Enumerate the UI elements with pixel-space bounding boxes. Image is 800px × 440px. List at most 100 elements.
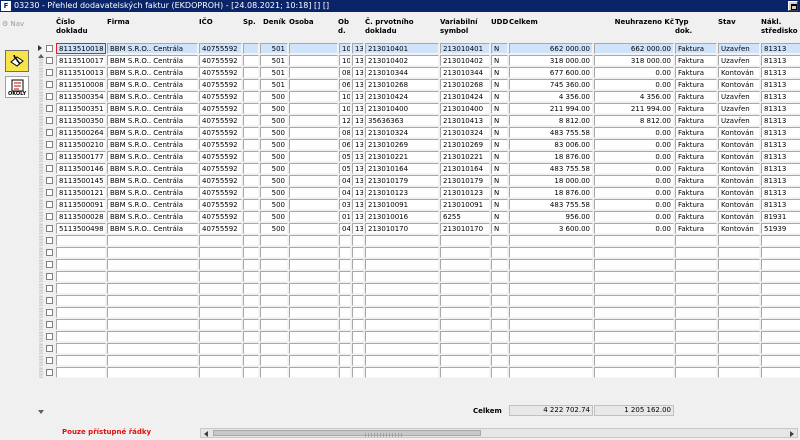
cell-udd[interactable] [491, 331, 508, 342]
cell-firma[interactable]: BBM S.R.O.. Centrála [107, 199, 198, 210]
cell-stav[interactable] [718, 271, 760, 282]
cell-ob1[interactable] [339, 331, 351, 342]
cell-denik[interactable]: 500 [260, 127, 288, 138]
cell-udd[interactable]: N [491, 43, 508, 54]
cell-neuhr[interactable] [594, 247, 674, 258]
cell-celkem[interactable]: 3 600.00 [509, 223, 593, 234]
cell-udd[interactable] [491, 259, 508, 270]
cell-vs[interactable] [440, 247, 490, 258]
row-checkbox[interactable] [46, 105, 53, 112]
row-checkbox[interactable] [46, 189, 53, 196]
cell-neuhr[interactable]: 0.00 [594, 199, 674, 210]
row-checkbox[interactable] [46, 249, 53, 256]
cell-firma[interactable]: BBM S.R.O.. Centrála [107, 139, 198, 150]
row-checkbox[interactable] [46, 285, 53, 292]
cell-stav[interactable] [718, 235, 760, 246]
cell-typ[interactable] [675, 295, 717, 306]
cell-ob1[interactable] [339, 247, 351, 258]
cell-ob2[interactable] [352, 295, 364, 306]
cell-osoba[interactable] [289, 247, 338, 258]
cell-firma[interactable] [107, 367, 198, 378]
cell-typ[interactable]: Faktura [675, 187, 717, 198]
cell-neuhr[interactable]: 0.00 [594, 211, 674, 222]
cell-cprv[interactable]: 213010344 [365, 67, 439, 78]
cell-osoba[interactable] [289, 175, 338, 186]
cell-ob1[interactable] [339, 307, 351, 318]
cell-denik[interactable]: 500 [260, 115, 288, 126]
cell-nakl[interactable] [761, 367, 800, 378]
cell-firma[interactable] [107, 307, 198, 318]
row-checkbox[interactable] [46, 45, 53, 52]
cell-cprv[interactable]: 213010324 [365, 127, 439, 138]
cell-cprv[interactable] [365, 355, 439, 366]
cell-ob2[interactable] [352, 319, 364, 330]
cell-cislo[interactable]: 8113510018 [56, 43, 106, 54]
cell-firma[interactable]: BBM S.R.O.. Centrála [107, 115, 198, 126]
cell-stav[interactable]: Kontován [718, 211, 760, 222]
cell-celkem[interactable]: 483 755.58 [509, 163, 593, 174]
cell-cprv[interactable] [365, 247, 439, 258]
row-checkbox[interactable] [46, 321, 53, 328]
column-header-ob[interactable]: Ob d. [338, 18, 349, 36]
row-checkbox[interactable] [46, 57, 53, 64]
cell-sp[interactable] [243, 271, 259, 282]
cell-nakl[interactable] [761, 319, 800, 330]
current-row-indicator-icon[interactable] [38, 45, 42, 51]
cell-ob2[interactable]: 13 [352, 151, 364, 162]
cell-nakl[interactable] [761, 295, 800, 306]
cell-stav[interactable] [718, 367, 760, 378]
cell-cprv[interactable] [365, 343, 439, 354]
cell-firma[interactable] [107, 343, 198, 354]
cell-denik[interactable] [260, 367, 288, 378]
cell-osoba[interactable] [289, 319, 338, 330]
cell-stav[interactable]: Kontován [718, 163, 760, 174]
cell-denik[interactable] [260, 271, 288, 282]
cell-ico[interactable] [199, 307, 242, 318]
cell-ico[interactable]: 40755592 [199, 91, 242, 102]
cell-sp[interactable] [243, 235, 259, 246]
row-checkbox[interactable] [46, 225, 53, 232]
cell-ob2[interactable]: 13 [352, 103, 364, 114]
cell-ico[interactable]: 40755592 [199, 163, 242, 174]
cell-cprv[interactable]: 213010123 [365, 187, 439, 198]
cell-osoba[interactable] [289, 307, 338, 318]
cell-typ[interactable]: Faktura [675, 199, 717, 210]
cell-denik[interactable]: 501 [260, 43, 288, 54]
okoly-button[interactable]: OKOLY [5, 76, 29, 98]
cell-firma[interactable]: BBM S.R.O.. Centrála [107, 67, 198, 78]
cell-cislo[interactable] [56, 271, 106, 282]
cell-stav[interactable]: Uzavřen [718, 43, 760, 54]
cell-ob1[interactable] [339, 283, 351, 294]
cell-firma[interactable] [107, 235, 198, 246]
cell-neuhr[interactable]: 0.00 [594, 163, 674, 174]
cell-typ[interactable]: Faktura [675, 103, 717, 114]
cell-stav[interactable] [718, 355, 760, 366]
cell-ob2[interactable]: 13 [352, 223, 364, 234]
column-header-udd[interactable]: UDD [491, 18, 508, 27]
cell-stav[interactable] [718, 283, 760, 294]
cell-firma[interactable] [107, 247, 198, 258]
cell-osoba[interactable] [289, 343, 338, 354]
cell-sp[interactable] [243, 43, 259, 54]
cell-ob1[interactable] [339, 355, 351, 366]
cell-nakl[interactable]: 81313 [761, 79, 800, 90]
row-checkbox[interactable] [46, 141, 53, 148]
cell-cislo[interactable] [56, 367, 106, 378]
cell-neuhr[interactable] [594, 331, 674, 342]
cell-stav[interactable]: Kontován [718, 223, 760, 234]
cell-celkem[interactable]: 483 755.58 [509, 199, 593, 210]
cell-ob1[interactable] [339, 319, 351, 330]
cell-vs[interactable] [440, 295, 490, 306]
row-checkbox[interactable] [46, 357, 53, 364]
cell-nakl[interactable]: 81313 [761, 43, 800, 54]
cell-neuhr[interactable] [594, 259, 674, 270]
cell-ob1[interactable]: 05 [339, 151, 351, 162]
cell-ico[interactable]: 40755592 [199, 103, 242, 114]
cell-ob1[interactable] [339, 235, 351, 246]
cell-ob2[interactable]: 13 [352, 187, 364, 198]
column-header-typ[interactable]: Typ dok. [675, 18, 692, 36]
cell-vs[interactable] [440, 235, 490, 246]
cell-neuhr[interactable] [594, 319, 674, 330]
cell-typ[interactable] [675, 235, 717, 246]
cell-ob1[interactable]: 10 [339, 103, 351, 114]
